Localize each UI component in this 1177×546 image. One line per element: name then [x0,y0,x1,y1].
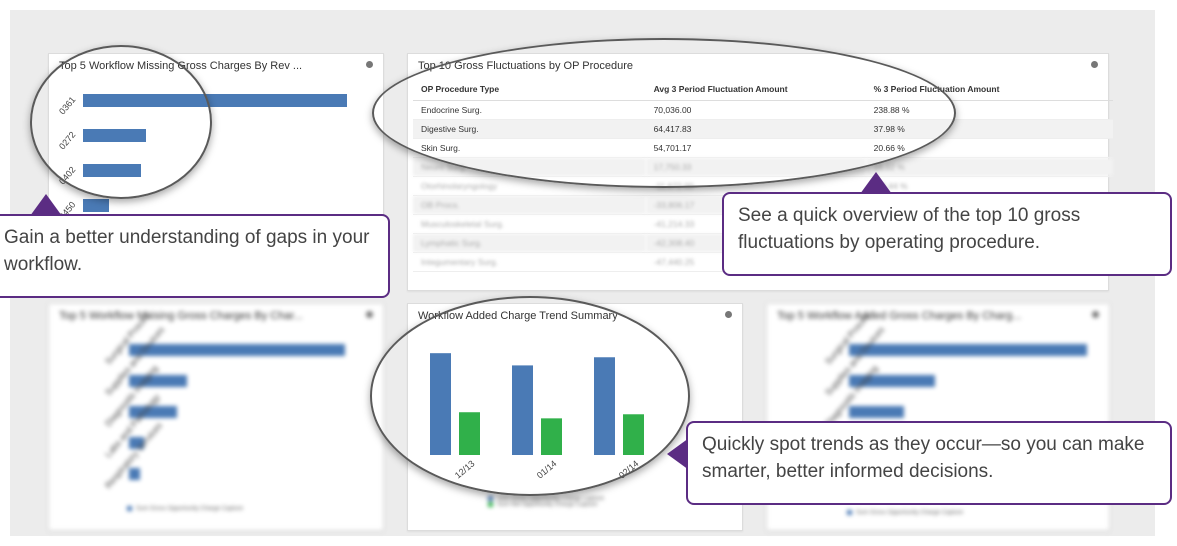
callout-arrow [860,172,892,194]
table-cell: 64,417.83 [645,119,866,139]
chart-bar[interactable] [594,357,615,455]
callout-arrow [30,194,62,216]
chart-bar[interactable] [83,199,110,212]
chart-bar[interactable] [129,344,345,356]
table-row[interactable]: Digestive Surg. 64,417.83 37.98 % [413,119,1113,139]
table-cell: 17,750.33 [645,157,866,177]
gear-icon[interactable] [1092,311,1099,318]
table-cell: Lymphatic Surg. [413,233,646,253]
axis-tick-label: 0361 [57,94,78,117]
chart-bar[interactable] [849,344,1087,356]
gear-icon[interactable] [366,61,373,68]
chart-bar[interactable] [623,414,644,455]
chart-bar[interactable] [459,412,480,455]
table-column-header[interactable]: OP Procedure Type [413,78,646,101]
table-cell: Integumentary Surg. [413,252,646,272]
table-column-header[interactable]: % 3 Period Fluctuation Amount [865,78,1113,101]
table-cell: Neuro Surg. [413,157,646,177]
chart-bar[interactable] [849,406,904,418]
table-cell: 238.88 % [865,100,1113,120]
chart-bar[interactable] [129,468,140,480]
panel-title: Top 10 Gross Fluctuations by OP Procedur… [418,60,634,72]
table-cell: Otorhinolaryngology [413,176,646,196]
callout-fluctuations-overview: See a quick overview of the top 10 gross… [722,192,1172,276]
axis-tick-label: 12/13 [453,458,477,480]
table-cell: 16.02 % [865,157,1113,177]
chart-bar[interactable] [83,94,347,107]
chart-bar[interactable] [430,353,451,455]
chart-bar[interactable] [83,129,147,142]
table-cell: Skin Surg. [413,138,646,158]
panel-title: Top 5 Workflow Added Gross Charges By Ch… [777,310,1022,322]
gear-icon[interactable] [366,311,373,318]
chart-bar[interactable] [83,164,142,177]
axis-tick-label: 02/14 [617,458,641,480]
axis-tick-label: 01/14 [535,458,559,480]
chart-bar[interactable] [541,418,562,455]
table-row[interactable]: Neuro Surg. 17,750.33 16.02 % [413,157,1113,177]
chart-legend: Sum Gross Opportunity Charge Capture Sum… [488,496,604,508]
chart-legend: Sum Gross Opportunity Charge Capture [847,510,963,516]
table-cell: Endocrine Surg. [413,100,646,120]
panel-missing-by-charge: Top 5 Workflow Missing Gross Charges By … [48,303,384,531]
gear-icon[interactable] [1091,61,1098,68]
panel-title: Top 5 Workflow Missing Gross Charges By … [59,310,303,322]
panel-title: Top 5 Workflow Missing Gross Charges By … [59,60,303,72]
table-row[interactable]: Endocrine Surg. 70,036.00 238.88 % [413,100,1113,120]
table-cell: Digestive Surg. [413,119,646,139]
table-cell: 70,036.00 [645,100,866,120]
table-cell: 20.66 % [865,138,1113,158]
callout-spot-trends: Quickly spot trends as they occur—so you… [686,421,1172,505]
table-cell: Musculoskeletal Surg. [413,214,646,234]
table-cell: 54,701.17 [645,138,866,158]
chart-bar[interactable] [512,365,533,455]
chart-legend: Sum Gross Opportunity Charge Capture [127,506,243,512]
table-row[interactable]: Skin Surg. 54,701.17 20.66 % [413,138,1113,158]
table-cell: 37.98 % [865,119,1113,139]
callout-workflow-gaps: Gain a better understanding of gaps in y… [0,214,390,298]
axis-tick-label: 0402 [57,164,78,187]
axis-tick-label: 0272 [57,129,78,152]
table-column-header[interactable]: Avg 3 Period Fluctuation Amount [645,78,866,101]
table-cell: OB Procs. [413,195,646,215]
